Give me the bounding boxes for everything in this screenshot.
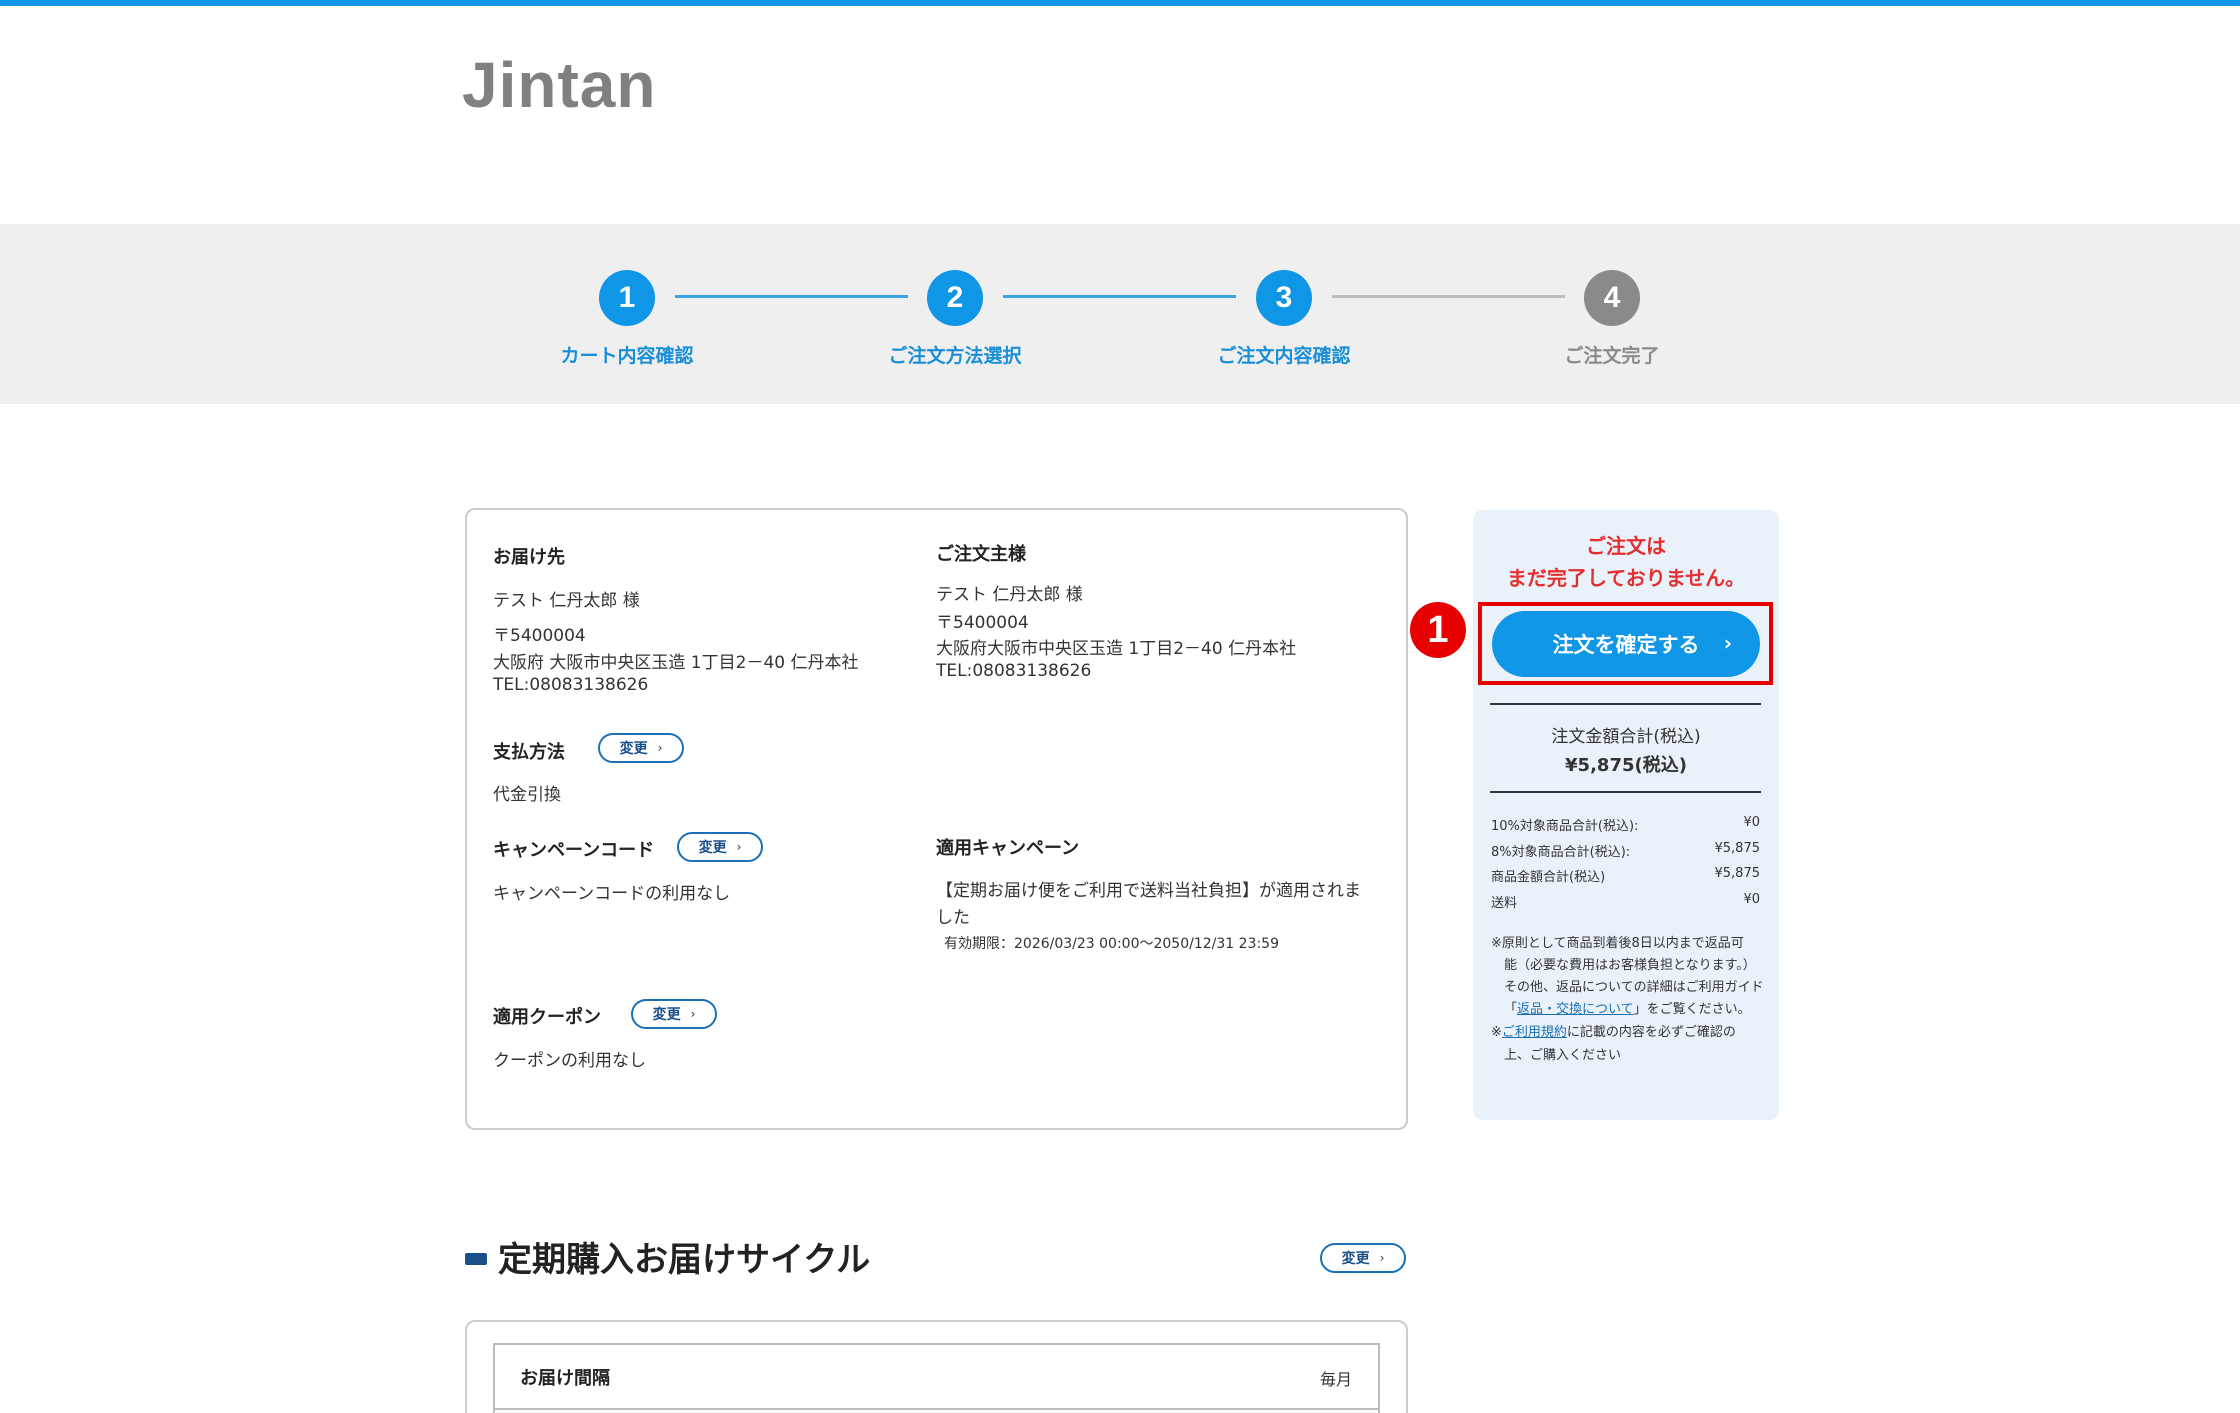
summary-divider-bottom [1490,791,1761,793]
campaign-code-value: キャンペーンコードの利用なし [493,884,731,904]
applied-campaign-validity: 有効期限：2026/03/23 00:00～2050/12/31 23:59 [944,936,1279,952]
campaign-code-heading: キャンペーンコード [493,840,655,861]
jintan-logo[interactable]: Jintan [462,50,656,120]
cycle-section-title: 定期購入お届けサイクル [498,1240,871,1280]
campaign-code-change-button[interactable]: 変更 › [677,832,763,862]
terms-note-text: に記載の内容を必ずご確認の [1566,1025,1736,1040]
coupon-heading: 適用クーポン [493,1007,601,1028]
progress-steps [0,224,2240,404]
breakdown-8pct-label: 8%対象商品合計(税込): [1491,845,1631,860]
payment-change-label: 変更 [619,741,648,757]
chevron-right-icon: › [736,840,742,854]
return-policy-note-4: 「返品・交換について」をご覧ください。 [1504,999,1751,1021]
breakdown-subtotal-value: ¥5,875 [1714,866,1761,881]
delivery-heading: お届け先 [493,547,565,568]
orderer-address: 大阪府大阪市中央区玉造 1丁目2－40 仁丹本社 [936,639,1297,659]
step-3-circle: 3 [1256,270,1312,326]
delivery-address: 大阪府 大阪市中央区玉造 1丁目2－40 仁丹本社 [493,653,859,673]
returns-exchange-link[interactable]: 返品・交換について [1517,1002,1634,1017]
step-connector-2 [1003,295,1236,298]
delivery-name: テスト 仁丹太郎 様 [493,591,640,611]
step-3-label: ご注文内容確認 [1217,345,1351,367]
return-policy-note-3: その他、返品についての詳細はご利用ガイド [1504,980,1764,995]
breakdown-10pct-label: 10%対象商品合計(税込): [1491,819,1639,834]
orderer-postal: 〒5400004 [936,613,1029,633]
step-1-label: カート内容確認 [560,345,694,367]
summary-divider-top [1490,703,1761,705]
cycle-table [493,1343,1380,1413]
total-value: ¥5,875(税込) [1565,755,1687,776]
orderer-name: テスト 仁丹太郎 様 [936,585,1083,605]
applied-campaign-heading: 適用キャンペーン [936,838,1080,859]
step-1-circle: 1 [599,270,655,326]
coupon-change-label: 変更 [652,1007,681,1023]
confirm-order-button[interactable]: 注文を確定する › [1492,611,1760,677]
campaign-code-change-label: 変更 [698,840,727,856]
step-connector-3 [1332,295,1565,298]
chevron-right-icon: › [657,741,663,755]
step-2-label: ご注文方法選択 [888,345,1022,367]
step-2-circle: 2 [927,270,983,326]
breakdown-shipping-value: ¥0 [1743,892,1760,907]
note-bracket-open: 「 [1504,1002,1518,1017]
breakdown-10pct-value: ¥0 [1743,815,1760,830]
chevron-right-icon: › [1723,631,1732,655]
note-asterisk: ※ [1491,1025,1502,1040]
payment-heading: 支払方法 [493,742,565,763]
cycle-interval-value: 毎月 [1320,1370,1353,1389]
coupon-change-button[interactable]: 変更 › [631,999,717,1029]
breakdown-subtotal-label: 商品金額合計(税込) [1491,870,1606,885]
terms-of-use-link[interactable]: ご利用規約 [1502,1025,1567,1040]
orderer-tel: TEL:08083138626 [936,661,1092,681]
step-connector-1 [675,295,908,298]
payment-value: 代金引換 [493,785,561,805]
not-complete-warning-1: ご注文は [1586,534,1666,558]
cycle-change-button[interactable]: 変更 › [1320,1243,1406,1273]
return-policy-note-2: 能（必要な費用はお客様負担となります。） [1504,958,1756,973]
note-bracket-close: 」をご覧ください。 [1633,1002,1751,1017]
coupon-value: クーポンの利用なし [493,1051,646,1071]
applied-campaign-text-2: した [936,908,970,928]
return-policy-note-1: ※原則として商品到着後8日以内まで返品可 [1491,936,1744,951]
payment-change-button[interactable]: 変更 › [598,733,684,763]
cycle-interval-label: お届け間隔 [520,1368,610,1389]
top-accent-bar [0,0,2240,6]
chevron-right-icon: › [1379,1251,1385,1265]
confirm-order-label: 注文を確定する [1552,633,1700,657]
breakdown-8pct-value: ¥5,875 [1714,841,1761,856]
section-marker-icon [465,1253,487,1265]
delivery-tel: TEL:08083138626 [493,675,649,695]
step-4-label: ご注文完了 [1564,345,1660,367]
step-marker-badge: 1 [1410,602,1466,658]
step-4-circle: 4 [1584,270,1640,326]
orderer-heading: ご注文主様 [936,544,1026,565]
delivery-postal: 〒5400004 [493,626,586,646]
chevron-right-icon: › [690,1007,696,1021]
cycle-change-label: 変更 [1341,1251,1370,1267]
terms-note-1: ※ご利用規約に記載の内容を必ずご確認の [1491,1022,1736,1044]
breakdown-shipping-label: 送料 [1491,896,1518,911]
applied-campaign-text-1: 【定期お届け便をご利用で送料当社負担】が適用されま [936,881,1361,901]
not-complete-warning-2: まだ完了しておりません。 [1506,566,1746,590]
terms-note-2: 上、ご購入ください [1504,1048,1622,1063]
total-label: 注文金額合計(税込) [1551,727,1701,747]
cycle-row-divider [493,1408,1380,1410]
